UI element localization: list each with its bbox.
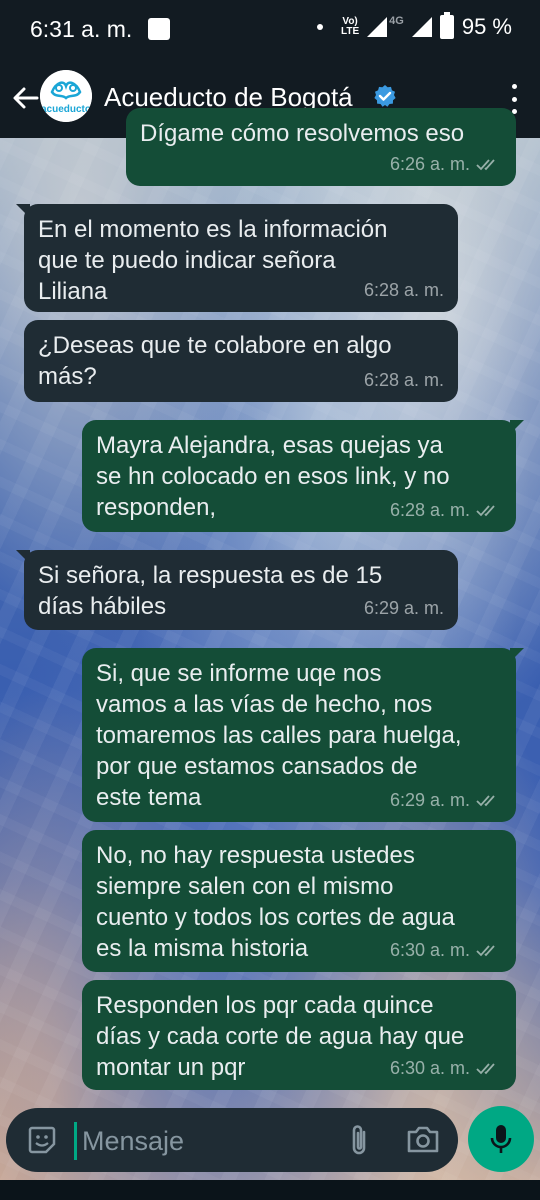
camera-icon[interactable] — [406, 1124, 440, 1154]
battery-percent: 95 % — [461, 14, 512, 39]
message-meta: 6:28 a. m. — [364, 365, 444, 396]
double-check-icon — [476, 944, 495, 956]
message-bubble-outgoing[interactable]: No, no hay respuesta ustedes siempre sal… — [82, 830, 516, 972]
message-input[interactable] — [80, 1120, 334, 1162]
status-bar: 6:31 a. m. Vo) LTE 4G 95 % — [0, 0, 540, 60]
double-check-icon — [476, 794, 495, 806]
message-time: 6:29 a. m. — [363, 598, 444, 618]
message-bubble-outgoing[interactable]: Si, que se informe uqe nos vamos a las v… — [82, 648, 524, 822]
message-meta: 6:30 a. m. — [390, 1053, 502, 1084]
status-time: 6:31 a. m. — [30, 16, 133, 42]
message-bubble-outgoing[interactable]: Responden los pqr cada quince días y cad… — [82, 980, 516, 1090]
contact-avatar[interactable]: acueducto — [40, 70, 92, 122]
sticker-emoji-icon[interactable] — [26, 1124, 58, 1156]
message-bubble-incoming[interactable]: En el momento es la información que te p… — [16, 204, 458, 312]
message-meta: 6:30 a. m. — [390, 935, 502, 966]
signal-icon-secondary — [411, 17, 432, 37]
message-meta: 6:28 a. m. — [390, 495, 502, 526]
back-arrow-icon[interactable] — [10, 82, 40, 114]
signal-icon — [367, 17, 388, 37]
double-check-icon — [476, 158, 495, 170]
message-time: 6:26 a. m. — [389, 154, 470, 174]
message-bubble-outgoing[interactable]: Mayra Alejandra, esas quejas ya se hn co… — [82, 420, 524, 532]
message-time: 6:28 a. m. — [363, 280, 444, 300]
message-meta: 6:29 a. m. — [390, 785, 502, 816]
microphone-button[interactable] — [468, 1106, 534, 1172]
message-time: 6:28 a. m. — [389, 500, 470, 520]
message-bubble-incoming[interactable]: Si señora, la respuesta es de 15 días há… — [16, 550, 458, 630]
microphone-icon — [490, 1125, 512, 1153]
battery-icon — [439, 12, 454, 39]
avatar-logo-text: acueducto — [41, 104, 91, 115]
message-time: 6:30 a. m. — [389, 940, 470, 960]
message-meta: 6:29 a. m. — [364, 593, 444, 624]
attach-paperclip-icon[interactable] — [346, 1122, 372, 1158]
notification-dot-icon — [317, 24, 323, 30]
status-icons: Vo) LTE 4G 95 % — [317, 12, 512, 40]
double-check-icon — [476, 504, 495, 516]
message-composer — [6, 1108, 458, 1172]
message-meta: 6:26 a. m. — [390, 149, 502, 180]
message-text: Dígame cómo resolvemos eso — [140, 120, 465, 147]
system-navigation-bar — [0, 1180, 540, 1200]
text-cursor — [74, 1122, 77, 1160]
message-meta: 6:28 a. m. — [364, 275, 444, 306]
double-check-icon — [476, 1062, 495, 1074]
volte-icon: Vo) LTE — [341, 17, 359, 37]
verified-badge-icon — [374, 85, 396, 107]
message-bubble-outgoing[interactable]: Dígame cómo resolvemos eso 6:26 a. m. — [126, 108, 516, 186]
message-time: 6:28 a. m. — [363, 370, 444, 390]
message-time: 6:30 a. m. — [389, 1058, 470, 1078]
notification-icon — [148, 18, 170, 40]
network-type-label: 4G — [389, 15, 404, 27]
message-time: 6:29 a. m. — [389, 790, 470, 810]
message-bubble-incoming[interactable]: ¿Deseas que te colabore en algo más? 6:2… — [24, 320, 458, 402]
volte-bottom-label: LTE — [341, 26, 360, 37]
